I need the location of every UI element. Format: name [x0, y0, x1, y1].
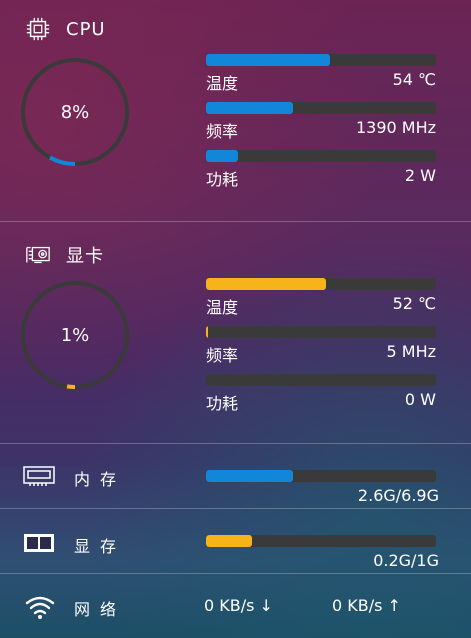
memory-module-icon	[23, 466, 55, 486]
cpu-frequency-bar	[206, 102, 436, 114]
cpu-temperature-bar	[206, 54, 436, 66]
gpu-temperature-label: 温度	[206, 298, 239, 317]
cpu-temperature: 温度 54 ℃	[206, 54, 436, 94]
memory-section: 内存 2.6G/6.9G	[0, 444, 471, 509]
graphics-card-icon	[26, 246, 50, 264]
gpu-power-bar	[206, 374, 436, 386]
cpu-header: CPU	[24, 16, 106, 42]
gpu-frequency-label: 频率	[206, 346, 239, 365]
cpu-power-label: 功耗	[206, 170, 239, 189]
gpu-frequency-value: 5 MHz	[386, 342, 437, 361]
cpu-frequency-label: 频率	[206, 122, 239, 141]
network-upload-speed: 0 KB/s ↑	[332, 596, 401, 615]
gpu-usage-gauge: 1%	[18, 278, 132, 392]
gpu-power-value: 0 W	[404, 390, 436, 409]
gpu-temperature-value: 52 ℃	[392, 294, 436, 313]
cpu-usage-gauge: 8%	[18, 55, 132, 169]
gpu-frequency: 频率 5 MHz	[206, 326, 436, 366]
wifi-icon	[25, 596, 55, 619]
cpu-frequency-value: 1390 MHz	[355, 118, 436, 137]
gpu-temperature: 温度 52 ℃	[206, 278, 436, 318]
vram-label: 显存	[74, 537, 127, 556]
memory-value: 2.6G/6.9G	[357, 486, 439, 505]
cpu-title: CPU	[66, 18, 106, 40]
memory-label: 内存	[74, 470, 127, 489]
cpu-power-bar	[206, 150, 436, 162]
cpu-chip-icon	[26, 17, 50, 41]
cpu-usage-value: 8%	[60, 101, 90, 123]
cpu-section: CPU 8% 温度 54 ℃ 频率 1390 MHz 功耗 2 W	[0, 0, 471, 222]
cpu-power-value: 2 W	[404, 166, 436, 185]
gpu-usage-value: 1%	[60, 324, 90, 346]
vram-section: 显存 0.2G/1G	[0, 509, 471, 574]
vram-value: 0.2G/1G	[373, 551, 439, 570]
gpu-frequency-bar	[206, 326, 436, 338]
memory-bar	[206, 470, 436, 482]
gpu-section: 显卡 1% 温度 52 ℃ 频率 5 MHz 功耗 0 W	[0, 222, 471, 444]
gpu-title: 显卡	[66, 246, 104, 267]
gpu-header: 显卡	[24, 242, 104, 268]
vram-bar	[206, 535, 436, 547]
network-label: 网络	[74, 600, 127, 619]
gpu-temperature-bar	[206, 278, 436, 290]
gpu-power: 功耗 0 W	[206, 374, 436, 414]
cpu-frequency: 频率 1390 MHz	[206, 102, 436, 142]
video-memory-icon	[24, 534, 54, 552]
cpu-power: 功耗 2 W	[206, 150, 436, 190]
gpu-power-label: 功耗	[206, 394, 239, 413]
cpu-temperature-value: 54 ℃	[392, 70, 436, 89]
network-download-speed: 0 KB/s ↓	[204, 596, 273, 615]
network-section: 网络 0 KB/s ↓ 0 KB/s ↑	[0, 574, 471, 638]
cpu-temperature-label: 温度	[206, 74, 239, 93]
